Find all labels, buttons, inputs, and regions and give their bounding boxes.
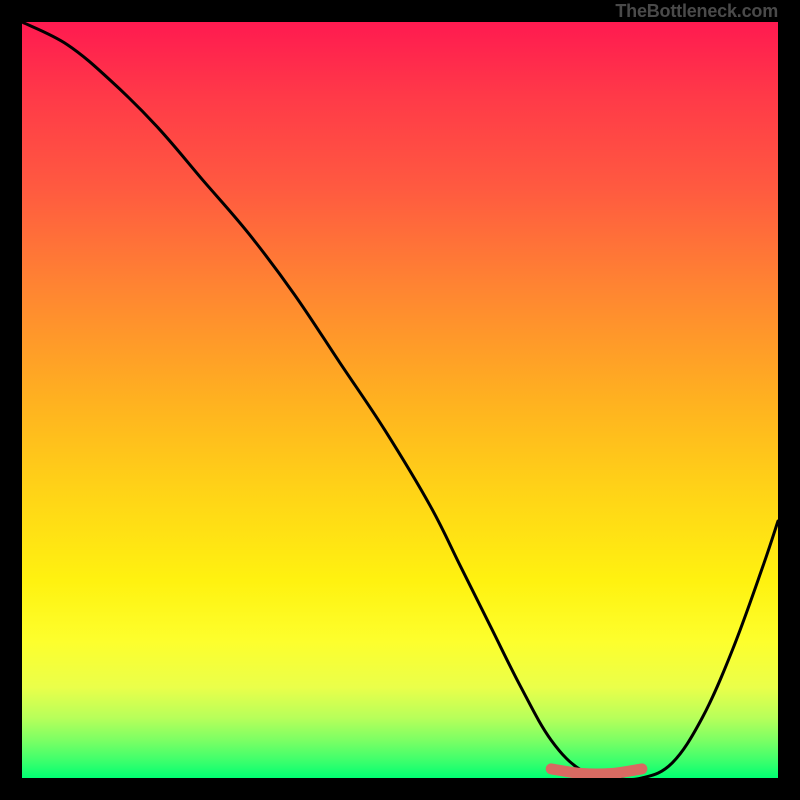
plot-area	[22, 22, 778, 778]
watermark-text: TheBottleneck.com	[615, 0, 778, 22]
bottleneck-curve	[22, 22, 778, 778]
chart-frame: TheBottleneck.com	[0, 0, 800, 800]
optimal-band-marker	[551, 769, 642, 774]
curve-layer	[22, 22, 778, 778]
